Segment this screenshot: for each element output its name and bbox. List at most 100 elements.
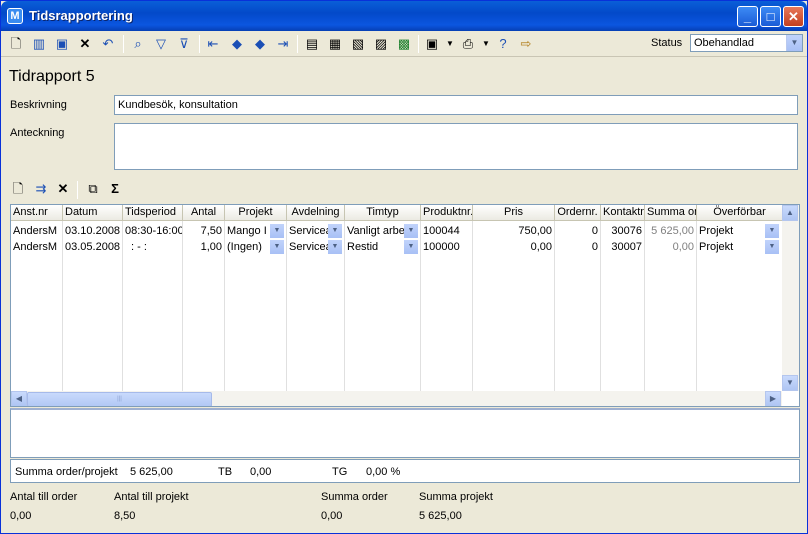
cell-avdelning[interactable]: Servicea (287, 223, 329, 239)
toolbar-separator (297, 35, 298, 53)
column-header[interactable]: Projekt (225, 205, 287, 221)
summary-bar: Summa order/projekt 5 625,00 TB 0,00 TG … (10, 459, 800, 483)
next-record-icon[interactable]: ◆ (251, 35, 269, 53)
cell-tidsperiod[interactable]: 08:30-16:00 (123, 223, 182, 239)
open-book-icon[interactable]: ▥ (30, 35, 48, 53)
chevron-down-icon[interactable]: ▼ (328, 224, 342, 238)
cell-antal[interactable]: 7,50 (183, 223, 224, 239)
scroll-left-icon[interactable]: ◀ (11, 391, 27, 406)
cell-datum[interactable]: 03.05.2008 (63, 239, 122, 255)
document-money-icon[interactable]: ▩ (395, 35, 413, 53)
new-icon[interactable]: 🗋 (7, 35, 25, 53)
undo-icon[interactable]: ↶ (99, 35, 117, 53)
print-dropdown-icon[interactable]: ▼ (477, 35, 495, 53)
app-icon: M (7, 8, 23, 24)
cell-tidsperiod[interactable]: : - : (123, 239, 182, 255)
scroll-thumb[interactable]: ||| (27, 392, 212, 406)
cell-pris[interactable]: 750,00 (473, 223, 554, 239)
column-header[interactable]: Tidsperiod (123, 205, 183, 221)
column-header[interactable]: Datum (63, 205, 123, 221)
beskrivning-input[interactable]: Kundbesök, konsultation (114, 95, 798, 115)
scroll-up-icon[interactable]: ▲ (782, 205, 798, 221)
tg-value: 0,00 % (366, 466, 401, 478)
document-transfer-icon[interactable]: ▨ (372, 35, 390, 53)
cell-produktnr[interactable]: 100000 (421, 239, 472, 255)
clear-filter-icon[interactable]: ⊽ (175, 35, 193, 53)
cell-datum[interactable]: 03.10.2008 (63, 223, 122, 239)
column-header[interactable]: Överförbar (697, 205, 783, 221)
scroll-right-icon[interactable]: ▶ (765, 391, 781, 406)
delete-icon[interactable]: ✕ (76, 35, 94, 53)
column-header[interactable]: Summa ord (645, 205, 697, 221)
window: M Tidsrapportering _ □ ✕ 🗋 ▥ ▣ ✕ ↶ ⌕ ▽ ⊽… (0, 0, 808, 534)
column-header[interactable]: Pris (473, 205, 555, 221)
cell-antal[interactable]: 1,00 (183, 239, 224, 255)
column-header[interactable]: Kontaktnr (601, 205, 645, 221)
cell-anstnr[interactable]: AndersM (11, 239, 62, 255)
chevron-down-icon[interactable]: ▼ (328, 240, 342, 254)
cell-ordernr[interactable]: 0 (555, 239, 600, 255)
cell-kontaktnr[interactable]: 30007 (601, 239, 644, 255)
title-bar[interactable]: M Tidsrapportering _ □ ✕ (1, 1, 807, 31)
column-header[interactable]: Timtyp (345, 205, 421, 221)
cell-produktnr[interactable]: 100044 (421, 223, 472, 239)
print-icon[interactable]: ⎙ (459, 35, 477, 53)
cell-kontaktnr[interactable]: 30076 (601, 223, 644, 239)
close-button[interactable]: ✕ (783, 6, 804, 27)
vertical-scrollbar[interactable]: ▲ ▼ (782, 205, 799, 391)
grid-toolbar-separator (77, 181, 78, 199)
scroll-down-icon[interactable]: ▼ (782, 375, 798, 391)
search-icon[interactable]: ⌕ (129, 35, 147, 53)
help-icon[interactable]: ? (494, 35, 512, 53)
column-header[interactable]: Antal (183, 205, 225, 221)
tg-label: TG (332, 466, 348, 478)
chevron-down-icon[interactable]: ▼ (765, 224, 779, 238)
column-header[interactable]: Produktnr. (421, 205, 473, 221)
cell-avdelning[interactable]: Servicea (287, 239, 329, 255)
sum-icon[interactable]: Σ (107, 181, 123, 197)
chevron-down-icon[interactable]: ▼ (786, 35, 802, 51)
exit-icon[interactable]: ⇨ (517, 35, 535, 53)
first-record-icon[interactable]: ⇤ (204, 35, 222, 53)
save-icon[interactable]: ▣ (53, 35, 71, 53)
chevron-down-icon[interactable]: ▼ (404, 224, 418, 238)
chevron-down-icon[interactable]: ▼ (270, 224, 284, 238)
chevron-down-icon[interactable]: ▼ (765, 240, 779, 254)
delete-row-icon[interactable]: ✕ (55, 181, 71, 197)
cell-projekt[interactable]: Mango I (225, 223, 271, 239)
document-copy-icon[interactable]: ▧ (349, 35, 367, 53)
insert-row-icon[interactable]: ⇉ (33, 181, 49, 197)
column-header[interactable]: Ordernr. (555, 205, 601, 221)
cell-pris[interactable]: 0,00 (473, 239, 554, 255)
document-edit-icon[interactable]: ▦ (326, 35, 344, 53)
status-label: Status (651, 37, 683, 49)
maximize-button[interactable]: □ (760, 6, 781, 27)
summa-order-label: Summa order (321, 491, 388, 503)
horizontal-scrollbar[interactable]: ◀ ||| ▶ (11, 391, 782, 406)
filter-icon[interactable]: ▽ (152, 35, 170, 53)
last-record-icon[interactable]: ⇥ (274, 35, 292, 53)
antal-till-projekt-label: Antal till projekt (114, 491, 189, 503)
document-icon[interactable]: ▤ (303, 35, 321, 53)
cell-overforbar[interactable]: Projekt (697, 239, 765, 255)
cell-ordernr[interactable]: 0 (555, 223, 600, 239)
cell-overforbar[interactable]: Projekt (697, 223, 765, 239)
cell-anstnr[interactable]: AndersM (11, 223, 62, 239)
minimize-button[interactable]: _ (737, 6, 758, 27)
cell-timtyp[interactable]: Vanligt arbe (345, 223, 405, 239)
copy-row-icon[interactable]: ⧉ (85, 181, 101, 197)
previous-record-icon[interactable]: ◆ (228, 35, 246, 53)
summa-order-projekt-value: 5 625,00 (130, 466, 173, 478)
status-select[interactable]: Obehandlad ▼ (690, 34, 803, 52)
settings-dropdown-icon[interactable]: ▼ (441, 35, 459, 53)
column-header[interactable]: Avdelning (287, 205, 345, 221)
chevron-down-icon[interactable]: ▼ (404, 240, 418, 254)
settings-icon[interactable]: ▣ (423, 35, 441, 53)
cell-timtyp[interactable]: Restid (345, 239, 405, 255)
anteckning-textarea[interactable] (114, 123, 798, 170)
column-header[interactable]: Anst.nr (11, 205, 63, 221)
time-report-grid: Anst.nr Datum Tidsperiod Antal Projekt A… (10, 204, 800, 407)
chevron-down-icon[interactable]: ▼ (270, 240, 284, 254)
cell-projekt[interactable]: (Ingen) (225, 239, 271, 255)
new-row-icon[interactable]: 🗋 (10, 181, 26, 197)
